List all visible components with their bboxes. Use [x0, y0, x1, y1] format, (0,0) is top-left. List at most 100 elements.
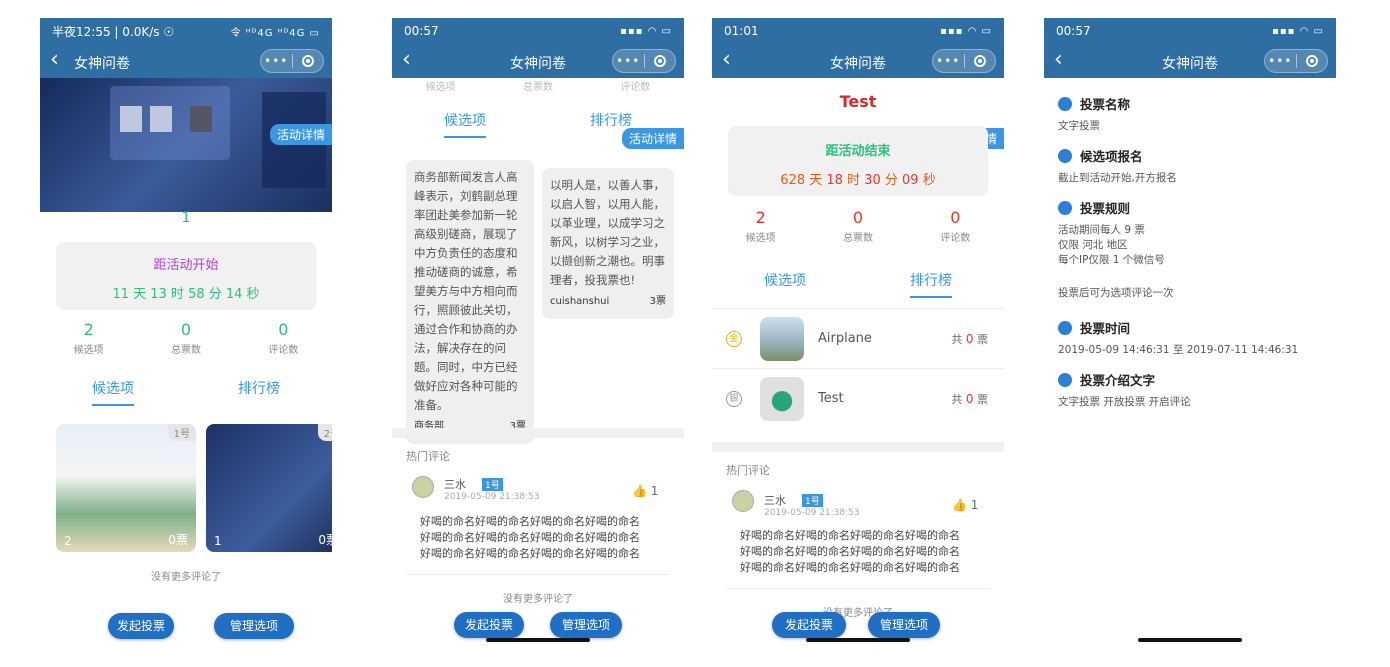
- comment-date: 2019-05-09 21:38:53: [444, 492, 540, 502]
- start-vote-button[interactable]: 发起投票: [454, 612, 524, 638]
- back-icon[interactable]: ‹: [50, 48, 59, 72]
- comments-heading: 热门评论: [726, 464, 770, 477]
- section-vote-time: 投票时间 2019-05-09 14:46:31 至 2019-07-11 14…: [1058, 320, 1299, 356]
- clock-icon: [1058, 320, 1072, 335]
- candidate-card[interactable]: 1号 2 0票: [56, 424, 196, 552]
- screen-before-start: 半夜12:55 | 0.0K/s ☉ 令 ᴴᴰ4G ᴴᴰ4G ▭ ‹ 女神问卷 …: [40, 18, 332, 650]
- no-more-comments: 没有更多评论了: [823, 608, 893, 619]
- status-time: 半夜12:55 | 0.0K/s ☉: [52, 24, 175, 39]
- countdown-time: 11 天 13 时 58 分 14 秒: [112, 287, 260, 302]
- candidate-card[interactable]: 2号 1 0票: [206, 424, 332, 552]
- comments-heading: 热门评论: [406, 450, 450, 463]
- tab-candidates[interactable]: 候选项: [764, 270, 806, 298]
- close-icon[interactable]: [644, 55, 675, 67]
- commenter-name: 三水: [764, 494, 786, 507]
- countdown-box: 距活动开始 11 天 13 时 58 分 14 秒: [56, 242, 316, 310]
- close-icon[interactable]: [1296, 55, 1327, 67]
- floor-badge: 1号: [802, 494, 823, 507]
- status-time: 00:57: [1056, 24, 1091, 38]
- ranking-row[interactable]: 银 Test 共 0 票: [712, 368, 1004, 428]
- banner-image: [40, 78, 332, 212]
- manage-options-button[interactable]: 管理选项: [550, 612, 622, 638]
- candidate-thumbnail: [760, 317, 804, 361]
- candidate-votes: 共 0 票: [951, 332, 988, 346]
- nav-title: 女神问卷: [74, 56, 130, 72]
- rules-icon: [1058, 200, 1072, 215]
- nav-bar: ‹ 女神问卷 •••: [712, 44, 1004, 78]
- status-bar: 01:01 ▪▪▪ ◠ ▭: [712, 18, 1004, 44]
- gold-medal-icon: 金: [726, 331, 742, 347]
- section-vote-name: 投票名称 文字投票: [1058, 96, 1131, 132]
- candidate-name: Test: [818, 391, 844, 406]
- thumbs-up-icon: 👍: [952, 498, 967, 512]
- close-icon[interactable]: [964, 55, 995, 67]
- more-icon[interactable]: •••: [933, 54, 964, 68]
- activity-detail-button[interactable]: 活动详情: [621, 128, 684, 149]
- stat-comments: 0 评论数: [268, 320, 299, 356]
- tab-ranking[interactable]: 排行榜: [238, 378, 280, 406]
- silver-medal-icon: 银: [726, 391, 742, 407]
- status-time: 00:57: [404, 24, 439, 38]
- section-rules: 投票规则 活动期间每人 9 票 仅限 河北 地区 每个IP仅限 1 个微信号: [1058, 200, 1165, 266]
- like-button[interactable]: 👍 1: [632, 484, 658, 498]
- signal-icons: ▪▪▪ ◠ ▭: [620, 25, 672, 37]
- stat-total-votes: 0 总票数: [170, 320, 201, 356]
- tab-ranking[interactable]: 排行榜: [910, 270, 952, 298]
- floor-badge: 1号: [482, 478, 503, 491]
- stat-candidates: 2 候选项: [745, 208, 776, 244]
- section-intro: 投票介绍文字 文字投票 开放投票 开启评论: [1058, 372, 1191, 408]
- comment-date: 2019-05-09 21:38:53: [764, 508, 860, 518]
- manage-options-button[interactable]: 管理选项: [868, 612, 940, 638]
- screen-activity-detail: 00:57 ▪▪▪ ◠ ▭ ‹ 女神问卷 ••• 投票名称 文字投票 候选项报名…: [1044, 18, 1336, 650]
- mini-program-capsule[interactable]: •••: [260, 49, 324, 73]
- candidate-text-card[interactable]: 商务部新闻发言人高峰表示，刘鹤副总理率团赴美参加新一轮高级别磋商，展现了中方负责…: [406, 160, 534, 444]
- thumbs-up-icon: 👍: [632, 484, 647, 498]
- faded-stats: 候选项 总票数 评论数: [425, 82, 651, 93]
- section-signup: 候选项报名 截止到活动开始,开方报名: [1058, 148, 1177, 184]
- tab-candidates[interactable]: 候选项: [444, 110, 486, 138]
- comment-text: 好喝的命名好喝的命名好喝的命名好喝的命名好喝的命名好喝的命名好喝的命名好喝的命名…: [420, 515, 640, 560]
- section-comment-note: 投票后可为选项评论一次: [1058, 287, 1174, 299]
- start-vote-button[interactable]: 发起投票: [772, 612, 846, 638]
- stats-row: 2 候选项 0 总票数 0 评论数: [712, 208, 1004, 244]
- candidate-name: Airplane: [818, 331, 872, 346]
- candidate-text-card[interactable]: 以明人是，以善人事，以启人智，以用人能，以革业理，以成学习之新风，以树学习之业，…: [542, 168, 674, 319]
- mini-program-capsule[interactable]: •••: [612, 49, 676, 73]
- stat-total-votes: 0 总票数: [842, 208, 873, 244]
- more-icon[interactable]: •••: [1265, 54, 1296, 68]
- mini-program-capsule[interactable]: •••: [932, 49, 996, 73]
- countdown-box: 距活动结束 628 天 18 时 30 分 09 秒: [728, 126, 988, 196]
- start-vote-button[interactable]: 发起投票: [108, 613, 174, 639]
- avatar: [412, 476, 434, 498]
- activity-detail-button[interactable]: 活动详情: [269, 124, 332, 145]
- nav-bar: ‹ 女神问卷 •••: [392, 44, 684, 78]
- signal-icons: ▪▪▪ ◠ ▭: [940, 25, 992, 37]
- avatar: [732, 490, 754, 512]
- activity-index: 1: [181, 210, 191, 226]
- status-time: 01:01: [724, 24, 759, 38]
- no-more-comments: 没有更多评论了: [503, 594, 573, 605]
- more-icon[interactable]: •••: [613, 54, 644, 68]
- more-icon[interactable]: •••: [261, 54, 292, 68]
- candidate-thumbnail: [760, 377, 804, 421]
- ranking-row[interactable]: 金 Airplane 共 0 票: [712, 308, 1004, 368]
- signal-icons: ▪▪▪ ◠ ▭: [1272, 25, 1324, 37]
- home-indicator: [1138, 638, 1242, 642]
- manage-options-button[interactable]: 管理选项: [214, 613, 294, 639]
- like-button[interactable]: 👍 1: [952, 498, 978, 512]
- nav-bar: ‹ 女神问卷 •••: [1044, 44, 1336, 78]
- screen-candidates: 00:57 ▪▪▪ ◠ ▭ ‹ 女神问卷 ••• 候选项 总票数 评论数 候选项 排…: [392, 18, 684, 650]
- candidate-votes: 共 0 票: [951, 392, 988, 406]
- tab-bar: 候选项 排行榜: [40, 378, 332, 406]
- close-icon[interactable]: [292, 55, 323, 67]
- mini-program-capsule[interactable]: •••: [1264, 49, 1328, 73]
- name-icon: [1058, 96, 1072, 111]
- home-indicator: [486, 638, 590, 642]
- status-bar: 半夜12:55 | 0.0K/s ☉ 令 ᴴᴰ4G ᴴᴰ4G ▭: [40, 18, 332, 44]
- tab-candidates[interactable]: 候选项: [92, 378, 134, 406]
- status-bar: 00:57 ▪▪▪ ◠ ▭: [1044, 18, 1336, 44]
- intro-icon: [1058, 372, 1072, 387]
- no-more-comments: 没有更多评论了: [151, 572, 221, 583]
- stat-comments: 0 评论数: [940, 208, 971, 244]
- vote-title: Test: [839, 92, 877, 111]
